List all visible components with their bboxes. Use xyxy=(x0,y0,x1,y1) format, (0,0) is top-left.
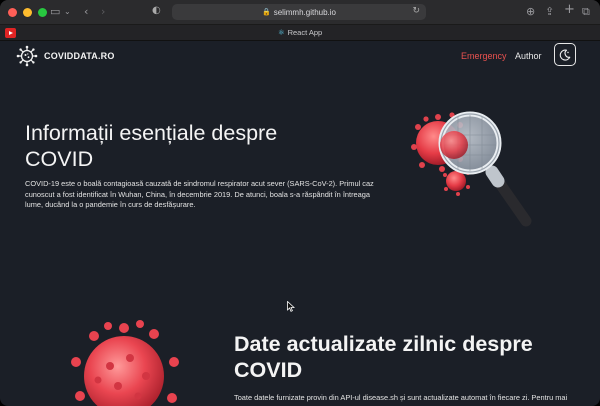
chevron-down-icon[interactable]: ⌄ xyxy=(64,5,71,19)
tab-overview-icon[interactable]: ⧉ xyxy=(582,5,590,19)
forward-icon[interactable]: › xyxy=(101,5,105,19)
moon-icon xyxy=(559,49,571,61)
browser-toolbar: ▭ ⌄ ‹ › ◐ 🔒 selimmh.github.io ↻ ⊕ ⇪ + ⧉ xyxy=(0,0,600,24)
hero-title: Informații esențiale despre COVID xyxy=(25,121,278,171)
tab-bar: ⚛ React App xyxy=(0,24,600,41)
nav-author-link[interactable]: Author xyxy=(515,51,542,61)
url-text: selimmh.github.io xyxy=(273,7,336,17)
nav-emergency-link[interactable]: Emergency xyxy=(461,51,507,61)
react-favicon-icon: ⚛ xyxy=(277,28,285,37)
magnifier-virus-illustration xyxy=(411,111,532,227)
download-icon[interactable]: ⊕ xyxy=(526,5,535,19)
sidebar-toggle-icon[interactable]: ▭ xyxy=(50,5,60,19)
browser-window: ▭ ⌄ ‹ › ◐ 🔒 selimmh.github.io ↻ ⊕ ⇪ + ⧉ … xyxy=(0,0,600,406)
share-icon[interactable]: ⇪ xyxy=(545,5,554,19)
brand-name[interactable]: COVIDDATA.RO xyxy=(44,51,115,61)
virus-logo-icon[interactable] xyxy=(16,45,38,67)
tab-title: React App xyxy=(287,28,323,37)
maximize-window-button[interactable] xyxy=(38,7,47,17)
lock-icon: 🔒 xyxy=(262,8,271,16)
active-tab[interactable]: ⚛ React App xyxy=(0,28,600,37)
site-header: COVIDDATA.RO Emergency Author xyxy=(0,41,600,71)
back-icon[interactable]: ‹ xyxy=(84,5,88,19)
privacy-shield-icon[interactable]: ◐ xyxy=(152,5,161,16)
minimize-window-button[interactable] xyxy=(23,7,32,17)
close-window-button[interactable] xyxy=(8,7,17,17)
hero-description: COVID-19 este o boală contagioasă cauzat… xyxy=(25,179,374,210)
new-tab-icon[interactable]: + xyxy=(564,3,575,17)
section-title: Date actualizate zilnic despre COVID xyxy=(234,332,533,382)
address-bar[interactable]: ◐ 🔒 selimmh.github.io ↻ xyxy=(152,4,426,20)
virus-illustration xyxy=(71,320,179,406)
theme-toggle-button[interactable] xyxy=(554,43,576,66)
mouse-cursor-icon xyxy=(287,301,295,312)
reload-icon[interactable]: ↻ xyxy=(412,6,420,16)
window-controls xyxy=(8,7,47,17)
section-description: Toate datele furnizate provin din API-ul… xyxy=(234,393,568,402)
